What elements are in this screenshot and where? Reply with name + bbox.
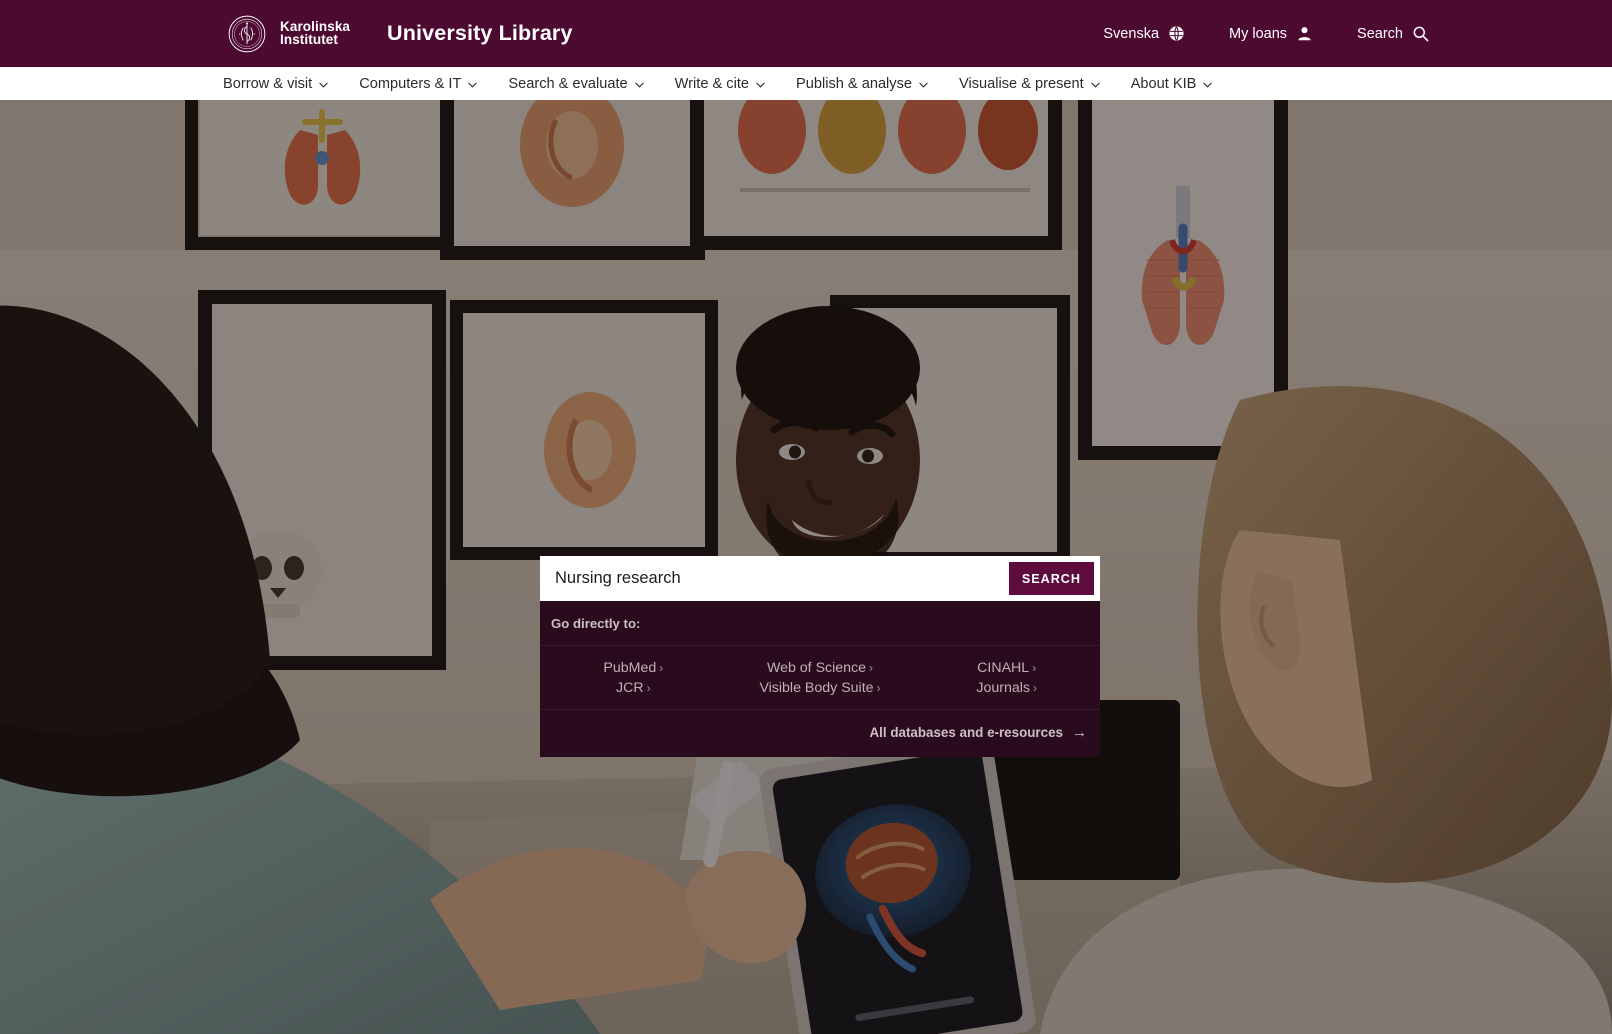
- quick-link-label: PubMed: [603, 660, 657, 676]
- quick-link-label: Web of Science: [766, 660, 867, 676]
- nav-item-about-kib[interactable]: About KIB: [1131, 76, 1213, 92]
- chevron-right-icon: ›: [876, 681, 881, 695]
- nav-label: Borrow & visit: [223, 75, 313, 92]
- all-databases-link[interactable]: All databases and e-resources →: [869, 725, 1087, 740]
- my-loans-label: My loans: [1229, 25, 1288, 42]
- globe-icon: [1168, 25, 1185, 42]
- search-icon: [1412, 25, 1429, 42]
- nav-label: Computers & IT: [359, 75, 462, 92]
- nav-item-computers-and-it[interactable]: Computers & IT: [359, 75, 478, 92]
- quick-link-jcr[interactable]: JCR ›: [616, 680, 651, 696]
- brand-wordmark: Karolinska Institutet: [280, 20, 350, 47]
- main-navigation: Borrow & visit Computers & IT Search & e…: [0, 67, 1612, 100]
- chevron-down-icon: [919, 76, 928, 92]
- nav-item-visualise-and-present[interactable]: Visualise & present: [959, 76, 1100, 92]
- chevron-right-icon: ›: [869, 661, 874, 675]
- hero-search-widget: SEARCH Go directly to: PubMed› Web of Sc…: [540, 556, 1100, 757]
- nav-item-publish-and-analyse[interactable]: Publish & analyse: [796, 76, 928, 92]
- language-label: Svenska: [1103, 25, 1160, 42]
- chevron-right-icon: ›: [659, 661, 664, 675]
- quick-links-grid: PubMed › Web of Science › CINAHL › JCR › Vis…: [540, 646, 1100, 710]
- nav-item-search-and-evaluate[interactable]: Search & evaluate: [508, 75, 644, 92]
- header-search-label: Search: [1357, 25, 1403, 42]
- svg-text:· · ·: · · ·: [245, 50, 249, 52]
- my-loans-link[interactable]: My loans: [1229, 25, 1313, 42]
- search-submit-button[interactable]: SEARCH: [1008, 562, 1094, 595]
- quick-link-visible-body-suite[interactable]: Visible Body Suite ›: [759, 680, 880, 696]
- nav-label: Publish & analyse: [796, 75, 913, 92]
- chevron-down-icon: [756, 76, 765, 92]
- header-utility-nav: Svenska My loans Search: [1103, 0, 1429, 67]
- nav-label: Search & evaluate: [508, 75, 628, 92]
- chevron-right-icon: ›: [1032, 661, 1037, 675]
- search-bar: SEARCH: [540, 556, 1100, 601]
- search-input-holder: [540, 556, 1009, 601]
- user-icon: [1296, 25, 1313, 42]
- nav-label: About KIB: [1130, 75, 1197, 92]
- quick-link-cinahl[interactable]: CINAHL ›: [977, 660, 1036, 676]
- dropdown-footer: All databases and e-resources →: [540, 710, 1100, 757]
- nav-item-write-and-cite[interactable]: Write & cite: [675, 76, 765, 92]
- language-switch-svenska[interactable]: Svenska: [1103, 25, 1185, 42]
- search-input[interactable]: [553, 568, 1009, 589]
- brand-word-line2: Institutet: [280, 31, 338, 47]
- hero-banner: SEARCH Go directly to: PubMed› Web of Sc…: [0, 100, 1612, 1034]
- quick-link-label: Journals: [976, 680, 1030, 696]
- chevron-down-icon: [635, 76, 644, 92]
- nav-item-borrow-and-visit[interactable]: Borrow & visit: [223, 76, 328, 92]
- quick-link-label: Visible Body Suite: [759, 680, 874, 696]
- chevron-down-icon: [468, 76, 478, 92]
- nav-label: Visualise & present: [959, 75, 1084, 92]
- site-title: University Library: [387, 21, 573, 45]
- svg-text:· · ·: · · ·: [245, 18, 249, 20]
- search-suggestions-dropdown: Go directly to: PubMed › Web of Science › …: [540, 601, 1100, 757]
- nav-label: Write & cite: [674, 75, 749, 92]
- chevron-right-icon: ›: [1032, 681, 1037, 695]
- chevron-down-icon: [1203, 76, 1213, 92]
- quick-link-pubmed[interactable]: PubMed ›: [603, 660, 663, 676]
- quick-link-label: CINAHL: [977, 660, 1030, 676]
- quick-link-journals[interactable]: Journals ›: [976, 680, 1037, 696]
- chevron-down-icon: [319, 76, 328, 92]
- all-databases-label: All databases and e-resources: [869, 725, 1063, 740]
- quick-link-label: JCR: [616, 680, 644, 696]
- brand-logo-group[interactable]: · · · · · · Karolinska Institutet Univers…: [228, 0, 573, 67]
- site-header: · · · · · · Karolinska Institutet Univers…: [0, 0, 1612, 67]
- arrow-right-icon: →: [1072, 724, 1087, 741]
- chevron-right-icon: ›: [646, 681, 651, 695]
- go-directly-to-label: Go directly to:: [540, 601, 1100, 646]
- header-search-toggle[interactable]: Search: [1357, 25, 1429, 42]
- chevron-down-icon: [1091, 76, 1100, 92]
- quick-link-web-of-science[interactable]: Web of Science ›: [767, 660, 873, 676]
- karolinska-seal-icon: · · · · · ·: [228, 15, 266, 52]
